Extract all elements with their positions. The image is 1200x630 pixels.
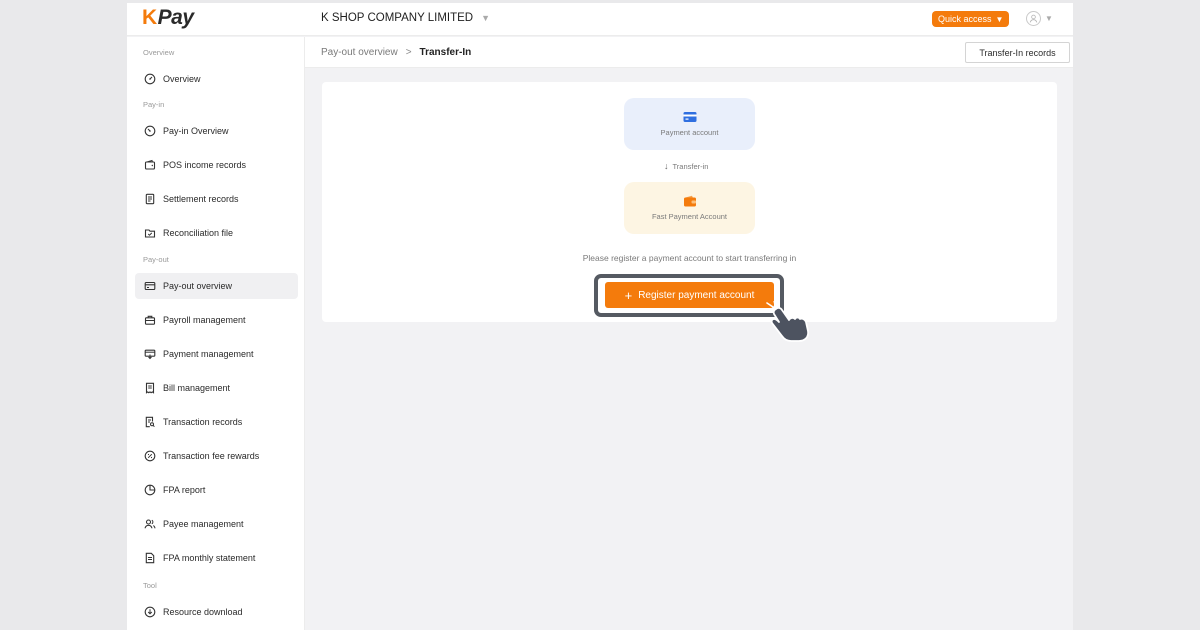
logo-k: K [142,6,157,29]
discount-icon [144,450,156,462]
sidebar-item-transaction[interactable]: Transaction records [135,409,298,435]
user-avatar-icon [1026,11,1041,26]
sidebar-item-pos-income[interactable]: POS income records [135,152,298,178]
sidebar-item-payout-overview[interactable]: Pay-out overview [135,273,298,299]
section-tool: Tool [143,581,157,590]
sidebar-item-label: Transaction records [163,417,243,427]
breadcrumb-parent[interactable]: Pay-out overview [321,47,398,58]
register-hint-text: Please register a payment account to sta… [582,253,797,263]
sidebar-item-label: Pay-out overview [163,281,233,291]
sidebar-item-settlement[interactable]: Settlement records [135,186,298,212]
chevron-down-icon: ▼ [481,13,491,23]
gauge-icon [144,125,156,137]
sidebar-item-label: Payroll management [163,315,246,325]
breadcrumb-separator: > [405,47,412,58]
transfer-in-card: Payment account ↓ Transfer-in Fast Payme… [322,82,1057,342]
sidebar-item-label: FPA report [163,485,206,495]
sidebar-item-payee[interactable]: Payee management [135,511,298,537]
sidebar-item-payment[interactable]: Payment management [135,341,298,367]
transfer-in-records-button[interactable]: Transfer-In records [965,42,1070,63]
sidebar-item-payroll[interactable]: Payroll management [135,307,298,333]
app-window: KPay K SHOP COMPANY LIMITED ▼ Quick acce… [127,3,1073,630]
section-payout: Pay-out [143,255,169,264]
sidebar-item-fpa-statement[interactable]: FPA monthly statement [135,545,298,571]
chevron-down-icon: ▼ [1045,14,1053,23]
sidebar-item-overview[interactable]: Overview [135,66,298,92]
user-menu[interactable]: ▼ [1026,11,1053,26]
users-icon [144,519,156,529]
fast-payment-account-box: Fast Payment Account [624,182,755,234]
download-icon [144,606,156,618]
kpay-logo[interactable]: KPay [142,6,194,30]
folder-check-icon [144,229,156,238]
sidebar-item-label: Overview [163,74,201,84]
breadcrumb-current: Transfer-In [419,47,472,58]
sidebar-item-label: Bill management [163,383,231,393]
breadcrumb-bar: Pay-out overview > Transfer-In Transfer-… [305,37,1073,68]
bill-icon [145,382,155,394]
document-search-icon [145,416,155,428]
wallet-icon [144,159,156,170]
register-button-label: Register payment account [638,289,755,301]
document-icon [145,193,155,205]
sidebar-item-fee-rewards[interactable]: Transaction fee rewards [135,443,298,469]
sidebar: Overview Overview Pay-in Pay-in Overview… [127,37,305,630]
sidebar-item-label: Transaction fee rewards [163,451,260,461]
section-payin: Pay-in [143,100,165,109]
sidebar-item-label: Pay-in Overview [163,126,229,136]
card-icon [144,281,156,291]
top-bar: KPay K SHOP COMPANY LIMITED ▼ Quick acce… [127,3,1073,36]
sidebar-item-label: Resource download [163,607,243,617]
sidebar-item-fpa-report[interactable]: FPA report [135,477,298,503]
quick-access-button[interactable]: Quick access ▼ [932,11,1010,27]
section-overview: Overview [143,48,175,57]
company-name: K SHOP COMPANY LIMITED [321,12,474,24]
sidebar-item-label: Settlement records [163,194,239,204]
sidebar-item-resource-download[interactable]: Resource download [135,599,298,625]
quick-access-label: Quick access [938,14,992,24]
pointing-hand-icon [763,301,810,342]
pie-chart-icon [144,484,156,496]
gauge-icon [144,73,156,85]
register-payment-account-button[interactable]: + Register payment account [605,282,774,308]
breadcrumb: Pay-out overview > Transfer-In [321,47,471,58]
sidebar-item-bill[interactable]: Bill management [135,375,298,401]
transfer-in-indicator: ↓ Transfer-in [664,161,708,171]
sidebar-item-label: Reconciliation file [163,228,234,238]
document-icon [145,552,155,564]
sidebar-item-label: FPA monthly statement [163,553,256,563]
briefcase-icon [144,315,156,325]
credit-card-icon [683,112,696,122]
payment-account-box: Payment account [624,98,755,150]
sidebar-item-label: POS income records [163,160,247,170]
sidebar-item-label: Payee management [163,519,244,529]
payment-account-label: Payment account [660,128,719,137]
wallet-icon [683,195,696,207]
fast-payment-account-label: Fast Payment Account [651,212,728,221]
company-selector[interactable]: K SHOP COMPANY LIMITED ▼ [321,12,490,24]
caret-down-icon: ▼ [995,14,1004,24]
sidebar-item-reconciliation[interactable]: Reconciliation file [135,220,298,246]
sidebar-item-payin-overview[interactable]: Pay-in Overview [135,118,298,144]
payment-icon [144,349,156,360]
plus-icon: + [624,287,633,303]
arrow-down-icon: ↓ [664,161,669,171]
transfer-in-label: Transfer-in [672,161,709,171]
logo-text: Pay [157,6,194,29]
sidebar-item-label: Payment management [163,349,254,359]
